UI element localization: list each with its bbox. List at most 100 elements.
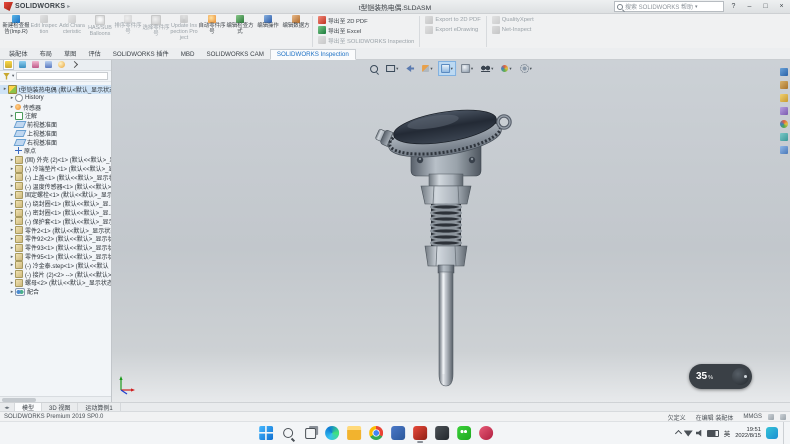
tree-item-part[interactable]: ▸ 零件93<1> (默认<<默认>_显示状 — [0, 243, 111, 252]
hud-button-section-view[interactable]: ▾ — [419, 61, 435, 76]
ribbon-button-select-balloons[interactable]: 选择零件序号 — [142, 14, 170, 38]
hud-button-view-orientation[interactable]: ▾ — [438, 61, 456, 76]
hud-button-edit-appearance[interactable]: ▾ — [498, 61, 514, 76]
command-tab-mbd[interactable]: MBD — [175, 50, 201, 59]
task-pane-tab-appearances[interactable] — [780, 119, 789, 128]
clock[interactable]: 19:51 2022/8/15 — [735, 427, 761, 440]
task-pane-tab-forum[interactable] — [780, 145, 789, 154]
panel-tab-pane-chevron[interactable] — [70, 60, 79, 69]
search-input[interactable]: 搜索 SOLIDWORKS 帮助 ▾ — [614, 1, 724, 12]
panel-tab-propertymanager-tab[interactable] — [18, 60, 27, 69]
panel-tab-displaymanager-tab[interactable] — [57, 60, 66, 69]
tree-item-mates[interactable]: ▸ 配合 — [0, 287, 111, 296]
ribbon-button-edit-datum[interactable]: 编辑数据方 — [282, 14, 310, 30]
maximize-button[interactable]: □ — [759, 1, 772, 12]
taskbar-app-tb-cad[interactable] — [434, 425, 450, 441]
tree-item-part[interactable]: ▸ (-) 温度传感器<1> (默认<<默认>... — [0, 182, 111, 191]
tree-item-part[interactable]: ▸ (-) 绕封圈<1> (默认<<默认>_显... — [0, 199, 111, 208]
hud-button-previous-view[interactable]: ▾ — [403, 61, 417, 76]
taskbar-app-tb-solidworks[interactable] — [412, 425, 428, 441]
panel-tab-dimxpertmanager-tab[interactable] — [44, 60, 53, 69]
panel-tab-configurationmanager-tab[interactable] — [31, 60, 40, 69]
ribbon-export-button-net-inspect[interactable]: Net-Inspect — [492, 25, 534, 35]
tree-item-plane[interactable]: ▸ 前视基准面 — [0, 120, 111, 129]
ribbon-button-edit-operation[interactable]: 编辑操作 — [254, 14, 282, 30]
show-desktop-button[interactable] — [783, 422, 787, 444]
tray-icon-chevron-up[interactable] — [675, 429, 682, 436]
ribbon-button-add-characteristic[interactable]: Add Characteristic — [58, 14, 86, 36]
filter-input[interactable] — [16, 72, 108, 80]
tree-item-annotation[interactable]: ▸ 注解 — [0, 111, 111, 120]
panel-tab-featuremanager-tab[interactable] — [3, 59, 14, 70]
taskbar-app-tb-chrome[interactable] — [368, 425, 384, 441]
ribbon-button-new-inspection-report[interactable]: 新建检查报告(Imp.R) — [2, 14, 30, 36]
zoom-indicator[interactable]: 35 % — [689, 364, 752, 389]
close-button[interactable]: × — [775, 1, 788, 12]
hud-button-zoom-area[interactable]: ▾ — [383, 61, 401, 76]
status-options-icon[interactable] — [780, 414, 786, 420]
taskbar-app-tb-start[interactable] — [258, 425, 274, 441]
tree-item-part[interactable]: ▸ (-) 保护套<1> (默认<<默认>_显示状 — [0, 217, 111, 226]
command-tab-cam[interactable]: SOLIDWORKS CAM — [200, 50, 269, 59]
message-icon[interactable] — [766, 427, 778, 439]
ribbon-button-edit-inspection-method[interactable]: 编辑检查方式 — [226, 14, 254, 36]
hud-button-zoom-fit[interactable]: ▾ — [367, 61, 381, 76]
tray-icon-volume[interactable] — [696, 430, 704, 437]
tree-item-plane[interactable]: ▸ 右视基准面 — [0, 138, 111, 147]
hud-button-hide-show[interactable]: ▾ — [478, 61, 496, 76]
model-thermocouple[interactable] — [341, 100, 571, 400]
zoom-dial-icon[interactable] — [732, 368, 749, 385]
taskbar-app-tb-word[interactable] — [390, 425, 406, 441]
tree-item-history[interactable]: ▸ History — [0, 94, 111, 103]
taskbar-app-tb-edge[interactable] — [324, 425, 340, 441]
taskbar-app-tb-music[interactable] — [478, 425, 494, 441]
minimize-button[interactable]: – — [743, 1, 756, 12]
tray-icon-battery[interactable] — [707, 430, 719, 437]
command-tab-sketch[interactable]: 草图 — [58, 48, 82, 59]
app-menu[interactable]: SOLIDWORKS ▸ — [0, 2, 74, 11]
hud-button-display-style[interactable]: ▾ — [458, 61, 476, 76]
ribbon-export-button-export-2d-pdf[interactable]: 导出至 2D PDF — [318, 15, 414, 25]
tree-item-part[interactable]: ▸ (固) 外壳 (2)<1> (默认<<默认>_显示状 — [0, 155, 111, 164]
task-pane-tab-view-palette[interactable] — [780, 106, 789, 115]
ribbon-export-button-export-sw-inspection[interactable]: 导出至 SOLIDWORKS Inspection — [318, 35, 414, 45]
status-tag-icon[interactable] — [768, 414, 774, 420]
tree-item-part[interactable]: ▸ 零件2<1> (默认<<默认>_显示状态 — [0, 226, 111, 235]
task-pane-tab-custom-properties[interactable] — [780, 132, 789, 141]
taskbar-app-tb-file-explorer[interactable] — [346, 425, 362, 441]
tray-icon-wifi[interactable] — [684, 430, 693, 437]
command-tab-addins[interactable]: SOLIDWORKS 插件 — [107, 48, 175, 59]
tree-item-part[interactable]: ▸ 零件92<2> (默认<<默认>_显示状 — [0, 235, 111, 244]
help-button[interactable]: ? — [727, 1, 740, 12]
taskbar-app-tb-wechat[interactable] — [456, 425, 472, 441]
taskbar-app-tb-search[interactable] — [280, 425, 296, 441]
input-language-indicator[interactable]: 英 — [724, 428, 731, 438]
tree-item-part[interactable]: ▸ 固定螺栓<1> (默认<<默认>_显示状... — [0, 191, 111, 200]
taskbar-app-tb-task-view[interactable] — [302, 425, 318, 441]
tree-item-part[interactable]: ▸ 螺母<2> (默认<<默认>_显示状态 — [0, 279, 111, 288]
ribbon-export-button-export-to-2d-pdf[interactable]: Export to 2D PDF — [425, 15, 480, 25]
ribbon-export-button-qualityxpert[interactable]: QualityXpert — [492, 15, 534, 25]
tree-item-part[interactable]: ▸ (-) 接片 (2)<2> --> (默认<<默认> — [0, 270, 111, 279]
task-pane-tab-file-explorer-pane[interactable] — [780, 93, 789, 102]
tree-item-sensor[interactable]: ▸ 传感器 — [0, 103, 111, 112]
tree-item-part[interactable]: ▸ (-) 冷金泰.step<1> (默认<<默认 — [0, 261, 111, 270]
ribbon-button-add-edit-balloons[interactable]: HAS/SUB Balloons — [86, 14, 114, 38]
hud-button-view-settings[interactable]: ▾ — [517, 61, 535, 76]
command-tab-evaluate[interactable]: 评估 — [82, 48, 106, 59]
command-tab-inspection[interactable]: SOLIDWORKS Inspection — [270, 49, 356, 60]
command-tab-assembly[interactable]: 装配体 — [3, 48, 34, 59]
graphics-viewport[interactable]: ▾ ▾ ▾ ▾ ▾ ▾ ▾ — [112, 59, 790, 403]
ribbon-button-edit-inspection[interactable]: Edit Inspection — [30, 14, 58, 36]
ribbon-button-update-inspection-project[interactable]: Update Inspection Project — [170, 14, 198, 41]
tree-item-plane[interactable]: ▸ 上视基准面 — [0, 129, 111, 138]
ribbon-export-button-export-excel[interactable]: 导出至 Excel — [318, 25, 414, 35]
task-pane-tab-design-library[interactable] — [780, 80, 789, 89]
tree-item-assembly[interactable]: ▸ t型铠装热电偶 (默认<默认_显示状态-1 — [0, 85, 111, 94]
tree-item-part[interactable]: ▸ (-) 密封圈<1> (默认<<默认>_显... — [0, 208, 111, 217]
ribbon-button-sort-balloons[interactable]: 排序零件序号 — [114, 14, 142, 36]
ribbon-button-auto-balloon[interactable]: 自动零件序号 — [198, 14, 226, 36]
command-tab-layout[interactable]: 布局 — [34, 48, 58, 59]
tree-item-origin[interactable]: ▸ 原点 — [0, 147, 111, 156]
tree-item-part[interactable]: ▸ (-) 上盖<1> (默认<<默认>_显示状... — [0, 173, 111, 182]
